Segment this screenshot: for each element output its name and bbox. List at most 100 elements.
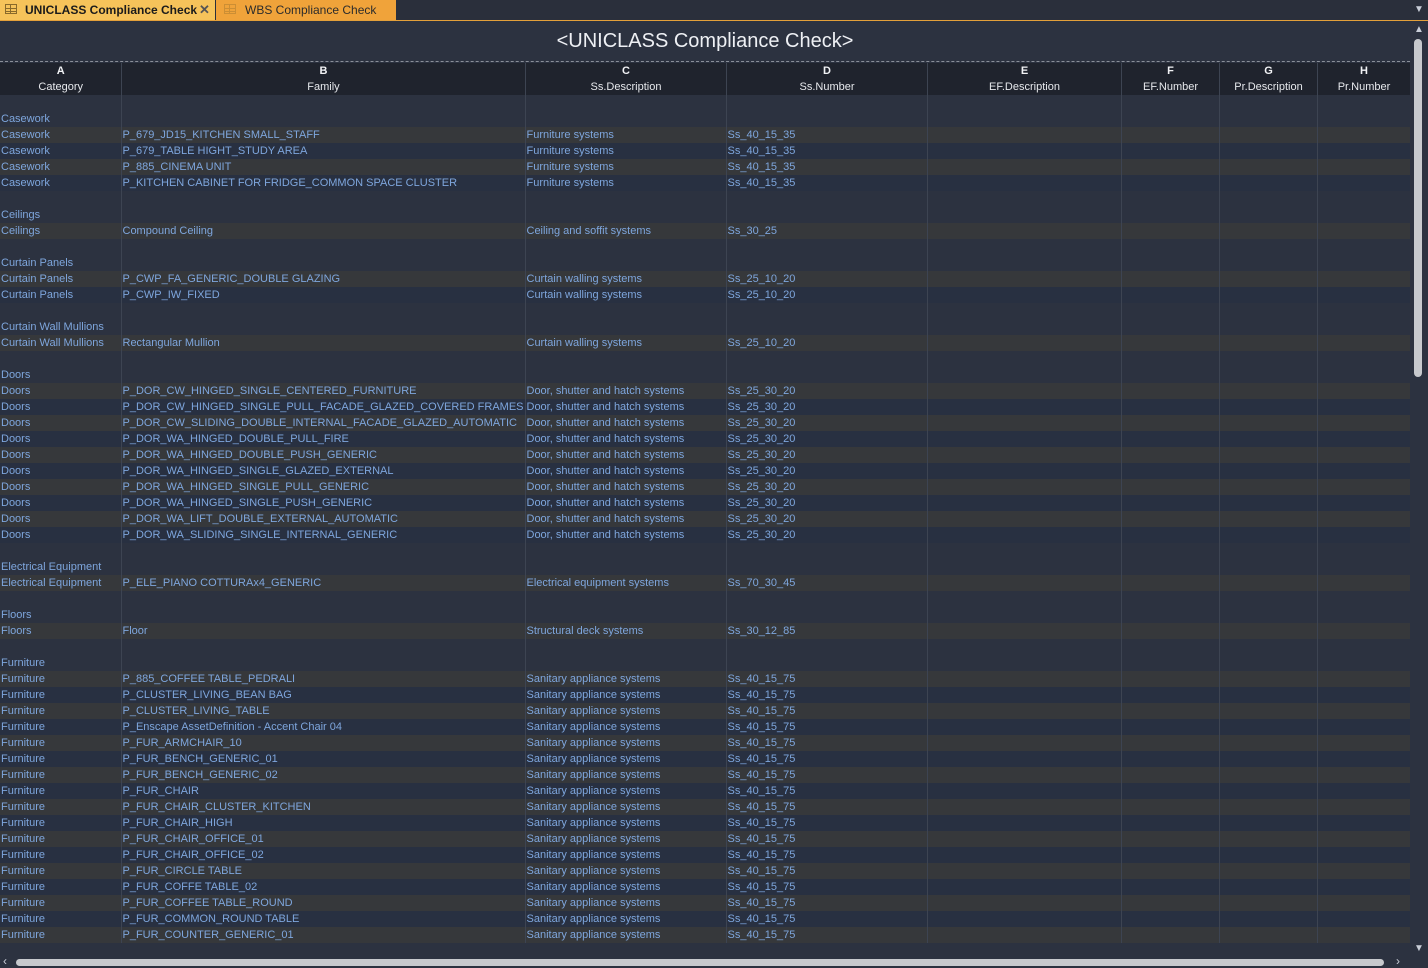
cell-family[interactable]: P_FUR_CHAIR_OFFICE_02 (121, 847, 526, 863)
table-row[interactable]: Furniture P_FUR_CHAIR_OFFICE_01 Sanitary a… (0, 831, 1410, 847)
cell-family[interactable]: P_FUR_COFFE TABLE_02 (121, 879, 526, 895)
cell-ef-number[interactable] (1121, 271, 1220, 287)
cell-ef-number[interactable] (1121, 575, 1220, 591)
cell-pr-description[interactable] (1219, 527, 1318, 543)
cell-pr-number[interactable] (1317, 223, 1410, 239)
cell-ss-description[interactable]: Sanitary appliance systems (525, 831, 727, 847)
cell-family[interactable]: P_FUR_BENCH_GENERIC_02 (121, 767, 526, 783)
cell-pr-description[interactable] (1219, 815, 1318, 831)
cell-ss-number[interactable]: Ss_40_15_35 (726, 175, 928, 191)
cell-pr-number[interactable] (1317, 863, 1410, 879)
cell-ss-number[interactable]: Ss_40_15_75 (726, 911, 928, 927)
cell-family[interactable]: P_FUR_CHAIR_OFFICE_01 (121, 831, 526, 847)
cell-ss-description[interactable]: Door, shutter and hatch systems (525, 447, 727, 463)
cell-category[interactable]: Curtain Panels (0, 271, 122, 287)
cell-ef-number[interactable] (1121, 831, 1220, 847)
cell-ef-number[interactable] (1121, 863, 1220, 879)
cell-pr-description[interactable] (1219, 271, 1318, 287)
cell-ss-number[interactable]: Ss_40_15_75 (726, 815, 928, 831)
cell-ss-number[interactable]: Ss_40_15_35 (726, 159, 928, 175)
cell-pr-number[interactable] (1317, 431, 1410, 447)
vertical-scroll-thumb[interactable] (1414, 39, 1422, 377)
table-row[interactable]: Furniture P_FUR_COMMON_ROUND TABLE Sanitar… (0, 911, 1410, 927)
cell-category[interactable]: Furniture (0, 719, 122, 735)
cell-ss-number[interactable]: Ss_25_30_20 (726, 463, 928, 479)
cell-pr-description[interactable] (1219, 847, 1318, 863)
cell-category[interactable]: Furniture (0, 927, 122, 943)
table-row[interactable]: Furniture P_FUR_COFFEE TABLE_ROUND Sanitar… (0, 895, 1410, 911)
cell-ss-number[interactable]: Ss_40_15_75 (726, 735, 928, 751)
cell-category[interactable]: Curtain Wall Mullions (0, 335, 122, 351)
cell-ss-description[interactable]: Sanitary appliance systems (525, 687, 727, 703)
cell-pr-number[interactable] (1317, 415, 1410, 431)
cell-ss-number[interactable]: Ss_40_15_75 (726, 719, 928, 735)
cell-category[interactable]: Doors (0, 511, 122, 527)
column-letter[interactable]: F (1121, 63, 1220, 79)
cell-ss-description[interactable]: Door, shutter and hatch systems (525, 479, 727, 495)
cell-pr-description[interactable] (1219, 511, 1318, 527)
cell-category[interactable]: Casework (0, 175, 122, 191)
table-row[interactable]: Furniture P_FUR_ARMCHAIR_10 Sanitary appli… (0, 735, 1410, 751)
table-row[interactable]: Furniture P_FUR_COUNTER_GENERIC_01 Sanitar… (0, 927, 1410, 943)
table-row[interactable]: Doors P_DOR_WA_HINGED_SINGLE_PULL_GENERIC… (0, 479, 1410, 495)
cell-family[interactable]: P_KITCHEN CABINET FOR FRIDGE_COMMON SPAC… (121, 175, 526, 191)
cell-pr-description[interactable] (1219, 863, 1318, 879)
cell-ef-number[interactable] (1121, 399, 1220, 415)
cell-ss-number[interactable]: Ss_40_15_75 (726, 751, 928, 767)
table-row[interactable]: Doors P_DOR_CW_HINGED_SINGLE_CENTERED_FUR… (0, 383, 1410, 399)
cell-ef-number[interactable] (1121, 223, 1220, 239)
cell-ss-description[interactable]: Curtain walling systems (525, 271, 727, 287)
scroll-right-icon[interactable]: › (1396, 954, 1400, 968)
group-header-row[interactable]: Ceilings (0, 207, 1410, 223)
cell-ss-description[interactable]: Sanitary appliance systems (525, 863, 727, 879)
cell-category[interactable]: Doors (0, 447, 122, 463)
cell-family[interactable]: P_679_TABLE HIGHT_STUDY AREA (121, 143, 526, 159)
table-row[interactable]: Furniture P_FUR_CHAIR_OFFICE_02 Sanitary a… (0, 847, 1410, 863)
cell-ef-number[interactable] (1121, 799, 1220, 815)
cell-ef-number[interactable] (1121, 751, 1220, 767)
cell-pr-description[interactable] (1219, 927, 1318, 943)
cell-ss-number[interactable]: Ss_40_15_75 (726, 927, 928, 943)
cell-family[interactable]: Rectangular Mullion (121, 335, 526, 351)
cell-category[interactable]: Furniture (0, 815, 122, 831)
cell-ef-description[interactable] (927, 799, 1122, 815)
cell-pr-description[interactable] (1219, 175, 1318, 191)
table-row[interactable]: Curtain Wall Mullions Rectangular Mullion… (0, 335, 1410, 351)
table-row[interactable]: Furniture P_FUR_COFFE TABLE_02 Sanitary ap… (0, 879, 1410, 895)
column-header-ef-description[interactable]: EF.Description (927, 79, 1122, 95)
cell-ef-description[interactable] (927, 671, 1122, 687)
cell-ss-description[interactable]: Door, shutter and hatch systems (525, 511, 727, 527)
cell-ef-description[interactable] (927, 495, 1122, 511)
cell-pr-description[interactable] (1219, 223, 1318, 239)
cell-ss-description[interactable]: Sanitary appliance systems (525, 815, 727, 831)
cell-pr-number[interactable] (1317, 447, 1410, 463)
cell-ss-description[interactable]: Door, shutter and hatch systems (525, 383, 727, 399)
cell-ss-number[interactable]: Ss_30_25 (726, 223, 928, 239)
table-row[interactable]: Casework P_KITCHEN CABINET FOR FRIDGE_COM… (0, 175, 1410, 191)
cell-ss-description[interactable]: Furniture systems (525, 143, 727, 159)
cell-ef-number[interactable] (1121, 175, 1220, 191)
cell-ef-description[interactable] (927, 815, 1122, 831)
cell-category[interactable]: Doors (0, 383, 122, 399)
cell-category[interactable]: Floors (0, 623, 122, 639)
cell-ef-number[interactable] (1121, 479, 1220, 495)
cell-category[interactable]: Furniture (0, 703, 122, 719)
column-header-ss-number[interactable]: Ss.Number (726, 79, 928, 95)
column-letter[interactable]: B (121, 63, 526, 79)
cell-ef-description[interactable] (927, 895, 1122, 911)
cell-ss-description[interactable]: Sanitary appliance systems (525, 783, 727, 799)
cell-family[interactable]: P_Enscape AssetDefinition - Accent Chair… (121, 719, 526, 735)
cell-ef-description[interactable] (927, 719, 1122, 735)
cell-category[interactable]: Furniture (0, 687, 122, 703)
cell-ss-description[interactable]: Sanitary appliance systems (525, 735, 727, 751)
cell-family[interactable]: P_ELE_PIANO COTTURAx4_GENERIC (121, 575, 526, 591)
table-row[interactable]: Doors P_DOR_WA_HINGED_SINGLE_PUSH_GENERIC… (0, 495, 1410, 511)
cell-ss-number[interactable]: Ss_40_15_75 (726, 799, 928, 815)
cell-pr-description[interactable] (1219, 463, 1318, 479)
cell-ef-number[interactable] (1121, 527, 1220, 543)
cell-ef-description[interactable] (927, 479, 1122, 495)
cell-ef-description[interactable] (927, 687, 1122, 703)
cell-ss-description[interactable]: Door, shutter and hatch systems (525, 527, 727, 543)
cell-pr-number[interactable] (1317, 463, 1410, 479)
cell-pr-number[interactable] (1317, 495, 1410, 511)
